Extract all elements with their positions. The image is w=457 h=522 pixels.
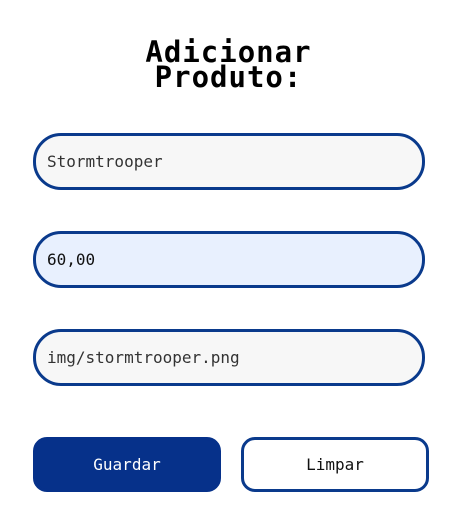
form-title: Adicionar Produto: xyxy=(0,38,457,94)
save-button[interactable]: Guardar xyxy=(33,437,221,492)
product-name-input[interactable] xyxy=(33,133,425,190)
product-image-input[interactable] xyxy=(33,329,425,386)
form-title-line-2: Produto: xyxy=(154,60,303,94)
clear-button[interactable]: Limpar xyxy=(241,437,429,492)
product-price-input[interactable] xyxy=(33,231,425,288)
